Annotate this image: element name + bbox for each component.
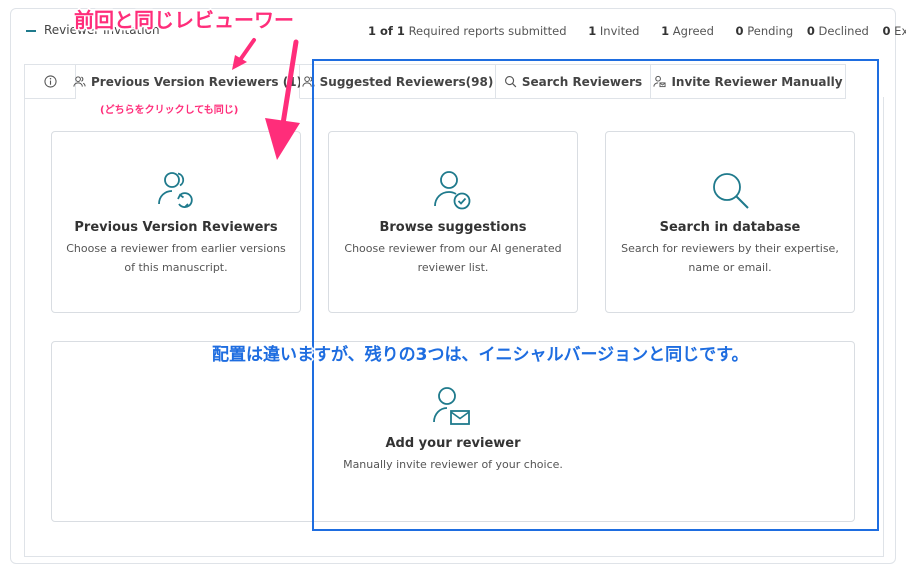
reviewer-stats: 1 of 1 Required reports submitted 1 Invi…	[368, 24, 906, 38]
card-description: Search for reviewers by their expertise,…	[621, 242, 839, 274]
browse-suggestions-card[interactable]: Browse suggestions Choose reviewer from …	[328, 131, 578, 313]
user-check-icon	[434, 171, 471, 210]
search-in-database-card[interactable]: Search in database Search for reviewers …	[605, 131, 855, 313]
info-icon	[43, 75, 57, 88]
users-refresh-icon	[158, 172, 193, 208]
search-icon	[713, 173, 749, 209]
tab-invite-label: Invite Reviewer Manually	[671, 74, 843, 89]
search-icon	[504, 76, 517, 88]
tab-info[interactable]	[24, 65, 76, 99]
tab-previous-label: Previous Version Reviewers (1)	[90, 74, 303, 89]
card-description: Manually invite reviewer of your choice.	[343, 458, 563, 471]
user-mail-icon	[433, 387, 470, 425]
card-title: Search in database	[659, 220, 801, 235]
card-title: Previous Version Reviewers	[74, 220, 278, 235]
add-your-reviewer-card[interactable]: Add your reviewer Manually invite review…	[51, 341, 855, 522]
card-title: Browse suggestions	[379, 220, 527, 235]
reviewer-tabs: Previous Version Reviewers (1) Suggested…	[24, 64, 846, 99]
tab-invite-reviewer-manually[interactable]: Invite Reviewer Manually	[651, 65, 846, 99]
card-description: Choose reviewer from our AI generated re…	[344, 242, 562, 274]
annotation-either-click: (どちらをクリックしても同じ)	[100, 105, 239, 116]
user-mail-icon	[653, 75, 667, 88]
collapse-icon[interactable]	[26, 30, 36, 32]
tab-search-reviewers[interactable]: Search Reviewers	[496, 65, 651, 99]
previous-version-reviewers-card[interactable]: Previous Version Reviewers Choose a revi…	[51, 131, 301, 313]
card-description: Choose a reviewer from earlier versions …	[66, 242, 286, 274]
annotation-layout-note: 配置は違いますが、残りの3つは、イニシャルバージョンと同じです。	[212, 345, 749, 365]
tab-suggested-reviewers[interactable]: Suggested Reviewers(98)	[300, 65, 496, 99]
card-title: Add your reviewer	[385, 436, 521, 451]
tab-suggested-label: Suggested Reviewers(98)	[319, 74, 494, 89]
tab-search-label: Search Reviewers	[521, 74, 643, 89]
tab-previous-version-reviewers[interactable]: Previous Version Reviewers (1)	[73, 65, 303, 99]
users-icon	[302, 76, 315, 87]
annotation-same-reviewers: 前回と同じレビューワー	[74, 8, 294, 32]
users-icon	[73, 76, 86, 87]
